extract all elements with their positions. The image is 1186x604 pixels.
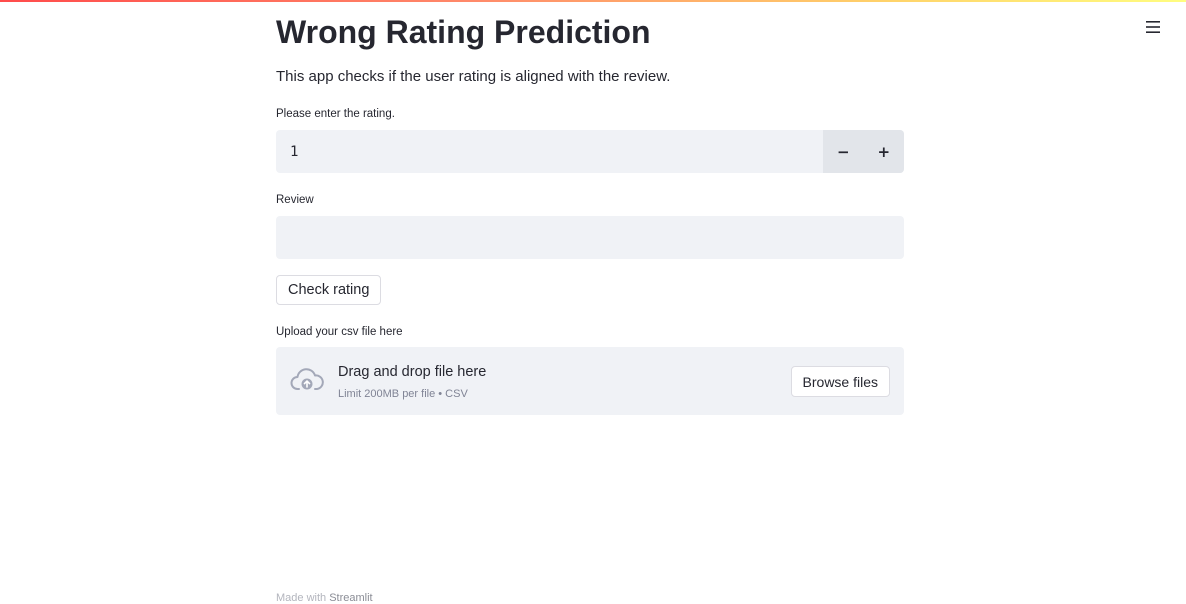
check-rating-button[interactable]: Check rating [276,275,382,305]
footer-prefix: Made with [276,592,330,604]
decrement-button[interactable]: − [823,130,864,173]
review-label: Review [276,194,314,206]
top-decoration-bar [0,0,1186,2]
drag-drop-text: Drag and drop file here [338,364,487,380]
page-title: Wrong Rating Prediction [276,14,651,50]
review-input-field[interactable] [276,216,904,259]
increment-button[interactable]: + [864,130,905,173]
browse-files-button[interactable]: Browse files [790,366,890,397]
cloud-upload-icon [290,368,324,390]
footer: Made with Streamlit [276,592,373,604]
rating-label: Please enter the rating. [276,108,395,120]
rating-input-field[interactable]: 1 [276,130,823,173]
streamlit-link[interactable]: Streamlit [329,592,372,604]
hamburger-icon [1146,21,1160,33]
file-limit-text: Limit 200MB per file • CSV [338,388,468,400]
rating-number-input: 1 − + [276,130,904,173]
rating-stepper: − + [823,130,904,173]
file-dropzone[interactable]: Drag and drop file here Limit 200MB per … [276,347,904,415]
uploader-label: Upload your csv file here [276,326,403,338]
main-menu-button[interactable] [1140,14,1166,40]
app-description: This app checks if the user rating is al… [276,68,671,85]
